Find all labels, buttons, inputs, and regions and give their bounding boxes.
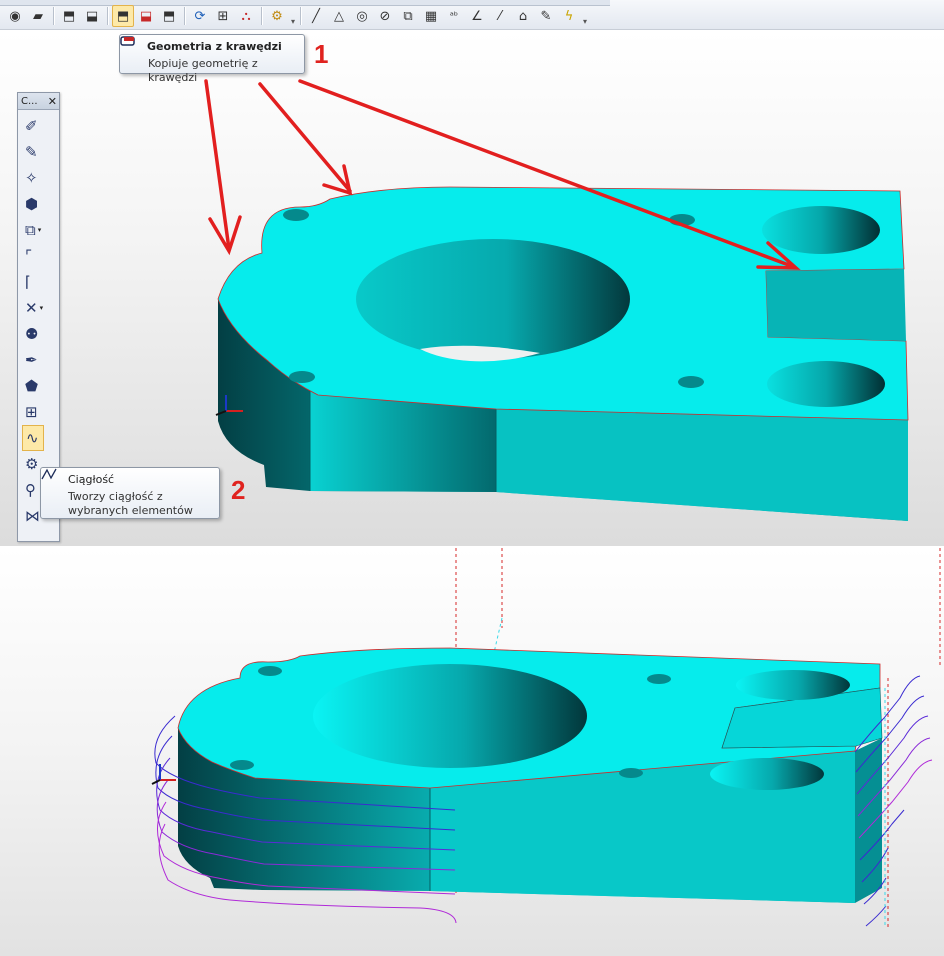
viewport-top[interactable]: Geometria z krawędzi Kopiuje geometrię z… <box>0 31 944 546</box>
eraser-icon[interactable]: ▰ <box>27 5 49 27</box>
text-abc-icon[interactable]: ᵃᵇ <box>443 5 465 27</box>
continuity-glyph: ∿ <box>26 429 39 447</box>
continuity-icon[interactable]: ∿ <box>22 425 44 451</box>
toolbar-separator <box>107 7 109 25</box>
main-toolbar: ◉ ▰ ⬒ ⬓ ⬒ ⬓ ⬒ ⟳ ⊞ ⛬ ⚙ ▾ ╱ △ ◎ ⊘ ⧉ ▦ ᵃᵇ ∠… <box>0 0 944 30</box>
toolbar-overflow-chevron-icon[interactable]: ▾ <box>289 6 297 26</box>
transform-icon[interactable]: ⧉ <box>397 5 419 27</box>
geometry-from-edges-icon <box>120 36 142 53</box>
viewport-bottom[interactable] <box>0 548 944 956</box>
chamfer-glyph: ⌈ <box>25 273 31 291</box>
tooltip-description: Tworzy ciągłość z wybranych elementów <box>68 490 193 517</box>
refresh-icon[interactable]: ⟳ <box>189 5 211 27</box>
copy-geometry-icon[interactable]: ⬒ <box>58 5 80 27</box>
robot-glyph: ⚉ <box>25 325 39 343</box>
slash-icon[interactable]: ⁄ <box>489 5 511 27</box>
hatch-icon[interactable]: ▦ <box>420 5 442 27</box>
no-entry-icon[interactable]: ⊘ <box>374 5 396 27</box>
intersect-dropdown-glyph: ✕ <box>25 299 38 317</box>
palette-title: C... <box>21 95 38 107</box>
slot-hole-upper <box>736 670 850 700</box>
gear-pattern-glyph: ⚙ <box>25 455 39 473</box>
fillet-glyph: ⌜ <box>25 247 33 265</box>
tooltip-title: Geometria z krawędzi <box>147 39 282 53</box>
house-plus-icon[interactable]: ⌂ <box>512 5 534 27</box>
cad-application-window: ◉ ▰ ⬒ ⬓ ⬒ ⬓ ⬒ ⟳ ⊞ ⛬ ⚙ ▾ ╱ △ ◎ ⊘ ⧉ ▦ ᵃᵇ ∠… <box>0 0 944 956</box>
tooltip-description: Kopiuje geometrię z krawędzi <box>148 57 258 84</box>
tooltip-title-row: Geometria z krawędzi <box>120 36 296 53</box>
grid-glyph: ⊞ <box>25 403 38 421</box>
shapes-dropdown-icon[interactable]: ⧉ ▾ <box>22 217 54 243</box>
bolt-hole <box>678 376 704 388</box>
lightning-icon[interactable]: ϟ <box>558 5 580 27</box>
bolt-hole <box>230 760 254 770</box>
geometry-gray-icon[interactable]: ⬒ <box>158 5 180 27</box>
bolt-hole <box>647 674 671 684</box>
workplane-icon[interactable]: ⊞ <box>212 5 234 27</box>
large-bore-hole <box>313 664 587 768</box>
annotation-number-1: 1 <box>314 39 329 69</box>
circle-icon[interactable]: ◎ <box>351 5 373 27</box>
close-icon[interactable]: ✕ <box>48 95 57 108</box>
shapes-dropdown-glyph: ⧉ <box>25 221 36 239</box>
brush-icon[interactable]: ✐ <box>22 113 54 139</box>
toolbar-group-view: ◉ ▰ ⬒ ⬓ ⬒ ⬓ ⬒ ⟳ ⊞ ⛬ ⚙ ▾ ╱ △ ◎ ⊘ ⧉ ▦ ᵃᵇ ∠… <box>4 4 589 28</box>
solid-glyph: ⬟ <box>25 377 39 395</box>
grid-icon[interactable]: ⊞ <box>22 399 54 425</box>
brush-glyph: ✐ <box>25 117 38 135</box>
tooltip-title: Ciągłość <box>68 472 115 486</box>
bolt-hole <box>258 666 282 676</box>
syringe-icon[interactable]: ✒ <box>22 347 54 373</box>
toolbar-separator <box>300 7 302 25</box>
edit-geometry-icon[interactable]: ⬓ <box>81 5 103 27</box>
dropdown-arrow-icon[interactable]: ▾ <box>38 226 42 234</box>
line-icon[interactable]: ╱ <box>305 5 327 27</box>
eye-icon[interactable]: ◉ <box>4 5 26 27</box>
part-front-wall <box>496 409 908 521</box>
tooltip-title-row: Ciągłość <box>41 468 211 486</box>
part-end-wall <box>855 738 882 903</box>
star-line-icon[interactable]: ✧ <box>22 165 54 191</box>
palette-header[interactable]: C... ✕ <box>18 93 59 110</box>
toolbar-separator <box>53 7 55 25</box>
intersect-dropdown-icon[interactable]: ✕ ▾ <box>22 295 54 321</box>
triangle-icon[interactable]: △ <box>328 5 350 27</box>
toolbar-separator <box>261 7 263 25</box>
chamfer-icon[interactable]: ⌈ <box>22 269 54 295</box>
yellow-block-icon[interactable]: ⬢ <box>22 191 54 217</box>
tooltip-continuity: Ciągłość Tworzy ciągłość z wybranych ele… <box>40 467 220 519</box>
slot-hole-lower <box>710 758 824 790</box>
yellow-block-glyph: ⬢ <box>25 195 39 213</box>
solid-icon[interactable]: ⬟ <box>22 373 54 399</box>
tooltip-geometry-from-edges: Geometria z krawędzi Kopiuje geometrię z… <box>119 34 305 84</box>
fillet-icon[interactable]: ⌜ <box>22 243 54 269</box>
dropdown-arrow-icon[interactable]: ▾ <box>40 304 44 312</box>
bolt-hole <box>289 371 315 383</box>
dimension-angle-icon[interactable]: ∠ <box>466 5 488 27</box>
toolbar-separator <box>184 7 186 25</box>
slot-hole-lower <box>767 361 885 407</box>
axis-glyph: ⋈ <box>25 507 40 525</box>
geometry-from-edges-icon[interactable]: ⬒ <box>112 5 134 27</box>
part-pocket-wall <box>766 269 906 341</box>
geometry-red-icon[interactable]: ⬓ <box>135 5 157 27</box>
slot-hole-upper <box>762 206 880 254</box>
toolbar-overflow-chevron-icon[interactable]: ▾ <box>581 6 589 26</box>
robot-icon[interactable]: ⚉ <box>22 321 54 347</box>
annotation-number-2: 2 <box>231 475 246 505</box>
link-glyph: ⚲ <box>25 481 36 499</box>
dimension-pencil-icon[interactable]: ✎ <box>22 139 54 165</box>
pdf-icon[interactable]: ⛬ <box>235 5 257 27</box>
large-bore-hole <box>356 239 630 359</box>
star-line-glyph: ✧ <box>25 169 38 187</box>
dimension-pencil-glyph: ✎ <box>25 143 38 161</box>
part-render-bottom <box>151 548 941 930</box>
syringe-glyph: ✒ <box>25 351 38 369</box>
bolt-hole <box>283 209 309 221</box>
bolt-hole <box>619 768 643 778</box>
continuity-icon <box>41 468 63 486</box>
pencil-icon[interactable]: ✎ <box>535 5 557 27</box>
settings-gear-icon[interactable]: ⚙ <box>266 5 288 27</box>
